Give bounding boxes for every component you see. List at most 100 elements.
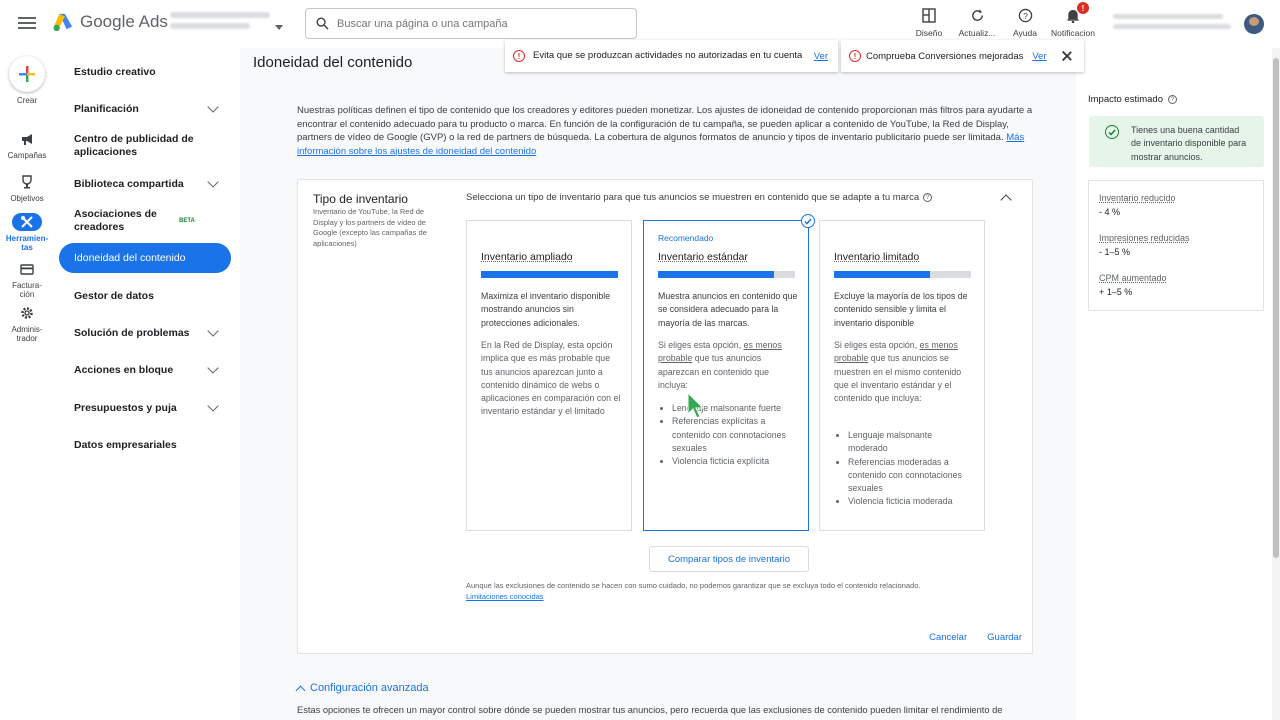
left-rail: Crear Campañas Objetivos Herramien- tas … bbox=[0, 48, 54, 720]
help-icon[interactable]: ? bbox=[1167, 95, 1177, 104]
advanced-settings-toggle[interactable]: Configuración avanzada bbox=[295, 682, 429, 695]
rail-admin[interactable]: Adminis- trador bbox=[0, 304, 54, 343]
nav-item-budgets-bidding[interactable]: Presupuestos y puja bbox=[59, 393, 231, 423]
nav-item-shared-library[interactable]: Biblioteca compartida bbox=[59, 169, 231, 199]
help-icon[interactable]: ? bbox=[923, 193, 933, 202]
recommended-label: Recomendado bbox=[658, 233, 714, 243]
error-icon: ! bbox=[513, 50, 525, 62]
list-item: Violencia ficticia moderada bbox=[848, 495, 974, 508]
search-bar[interactable] bbox=[305, 8, 637, 39]
search-input[interactable] bbox=[337, 17, 617, 30]
chevron-down-icon bbox=[207, 325, 219, 337]
scrollbar-thumb[interactable] bbox=[1273, 58, 1279, 558]
conversions-alert-view-link[interactable]: Ver bbox=[1032, 51, 1046, 62]
create-label: Crear bbox=[16, 96, 37, 105]
stat-inventory: Inventario reducido - 4 % bbox=[1099, 193, 1176, 217]
inventory-type-title: Tipo de inventario bbox=[313, 192, 408, 206]
stat-cpm: CPM aumentado + 1–5 % bbox=[1099, 273, 1167, 297]
nav-item-creator-partnerships[interactable]: Asociaciones de creadores BETA bbox=[59, 206, 231, 236]
user-account-info[interactable] bbox=[1113, 14, 1233, 34]
list-item: Lenguaje malsonante moderado bbox=[848, 429, 974, 456]
security-alert-view-link[interactable]: Ver bbox=[814, 51, 828, 62]
nav-item-app-ads-hub[interactable]: Centro de publicidad de aplicaciones bbox=[59, 131, 231, 161]
mouse-cursor-icon bbox=[687, 391, 705, 419]
rail-goals-label: Objetivos bbox=[10, 194, 44, 203]
nav-item-troubleshooting[interactable]: Solución de problemas bbox=[59, 318, 231, 348]
nav-item-business-data[interactable]: Datos empresariales bbox=[59, 430, 231, 460]
account-selector[interactable] bbox=[170, 12, 270, 36]
chevron-down-icon bbox=[207, 176, 219, 188]
inventory-level-fill bbox=[481, 271, 618, 278]
google-ads-logo[interactable]: Google Ads bbox=[52, 12, 168, 32]
nav-item-planning[interactable]: Planificación bbox=[59, 94, 231, 124]
rail-tools[interactable]: Herramien- tas bbox=[0, 213, 54, 252]
svg-text:?: ? bbox=[1023, 10, 1028, 20]
option-summary: Excluye la mayoría de los tipos de conte… bbox=[834, 291, 968, 328]
refresh-button[interactable]: Actualiz... bbox=[953, 6, 1001, 38]
security-alert: ! Evita que se produzcan actividades no … bbox=[505, 40, 838, 72]
chevron-down-icon bbox=[207, 400, 219, 412]
impact-stats: Inventario reducido - 4 % Impresiones red… bbox=[1088, 180, 1264, 311]
design-label: Diseño bbox=[915, 28, 943, 38]
error-icon: ! bbox=[849, 50, 861, 62]
help-icon: ? bbox=[1018, 8, 1032, 22]
option-summary: Muestra anuncios en contenido que se con… bbox=[658, 291, 798, 328]
avatar[interactable] bbox=[1244, 14, 1264, 34]
compare-inventory-button[interactable]: Comparar tipos de inventario bbox=[649, 546, 809, 572]
disclaimer-text: Aunque las exclusiones de contenido se h… bbox=[466, 581, 921, 590]
save-button[interactable]: Guardar bbox=[987, 632, 1022, 643]
chevron-down-icon bbox=[207, 101, 219, 113]
main-content: Idoneidad del contenido Nuestras polític… bbox=[240, 48, 1076, 720]
help-label: Ayuda bbox=[1013, 28, 1037, 38]
option-summary: Maximiza el inventario disponible mostra… bbox=[481, 291, 611, 328]
list-item: Violencia ficticia explícita bbox=[672, 455, 798, 468]
design-button[interactable]: Diseño bbox=[905, 6, 953, 38]
design-icon bbox=[922, 7, 936, 23]
check-circle-icon bbox=[1105, 125, 1119, 139]
inventory-type-card: Tipo de inventario Inventario de YouTube… bbox=[297, 179, 1033, 654]
nav-item-bulk-actions[interactable]: Acciones en bloque bbox=[59, 355, 231, 385]
plus-icon bbox=[19, 66, 35, 82]
rail-goals[interactable]: Objetivos bbox=[0, 173, 54, 203]
nav-item-content-suitability[interactable]: Idoneidad del contenido bbox=[59, 243, 231, 273]
chevron-down-icon bbox=[207, 362, 219, 374]
option-expanded-inventory[interactable]: Inventario ampliado Maximiza el inventar… bbox=[466, 220, 632, 531]
chevron-down-icon[interactable] bbox=[275, 25, 283, 30]
list-item: Referencias moderadas a contenido con co… bbox=[848, 456, 974, 496]
inventory-level-bar bbox=[658, 271, 795, 278]
cancel-button[interactable]: Cancelar bbox=[929, 632, 967, 643]
notification-badge: ! bbox=[1077, 2, 1089, 14]
option-limited-inventory[interactable]: Inventario limitado Excluye la mayoría d… bbox=[819, 220, 985, 531]
advanced-settings-desc: Estas opciones te ofrecen un mayor contr… bbox=[297, 705, 1003, 715]
disclaimer: Aunque las exclusiones de contenido se h… bbox=[466, 580, 996, 602]
option-title: Inventario ampliado bbox=[481, 251, 573, 263]
impact-title-row: Impacto estimado ? bbox=[1088, 94, 1177, 105]
inventory-level-fill bbox=[834, 271, 930, 278]
option-standard-inventory[interactable]: Recomendado Inventario estándar Muestra … bbox=[643, 214, 815, 531]
rail-campaigns[interactable]: Campañas bbox=[0, 130, 54, 160]
security-alert-text: Evita que se produzcan actividades no au… bbox=[533, 49, 803, 61]
refresh-label: Actualiz... bbox=[958, 28, 996, 38]
known-limitations-link[interactable]: Limitaciones conocidas bbox=[466, 592, 544, 601]
inventory-select-text: Selecciona un tipo de inventario para qu… bbox=[466, 192, 920, 203]
impact-status-box: Tienes una buena cantidad de inventario … bbox=[1089, 116, 1264, 167]
chevron-up-icon bbox=[295, 685, 306, 695]
inventory-level-bar bbox=[481, 271, 618, 278]
rail-billing[interactable]: Factura- ción bbox=[0, 260, 54, 299]
check-icon bbox=[801, 214, 815, 228]
create-button[interactable] bbox=[9, 56, 45, 92]
gear-icon bbox=[21, 307, 33, 319]
menu-icon[interactable] bbox=[18, 14, 36, 32]
option-detail: En la Red de Display, esta opción implic… bbox=[481, 340, 621, 417]
nav-item-data-manager[interactable]: Gestor de datos bbox=[59, 281, 231, 311]
option-title: Inventario limitado bbox=[834, 251, 920, 263]
help-button[interactable]: ? Ayuda bbox=[1001, 6, 1049, 38]
list-item: Referencias explícitas a contenido con c… bbox=[672, 415, 798, 455]
tools-icon bbox=[21, 216, 33, 228]
close-icon[interactable] bbox=[1062, 51, 1072, 61]
notifications-button[interactable]: ! Notificacion bbox=[1049, 2, 1097, 38]
conversions-alert: ! Comprueba Conversiones mejoradas Ver bbox=[841, 40, 1084, 72]
scrollbar[interactable] bbox=[1272, 48, 1280, 720]
nav-item-creative-studio[interactable]: Estudio creativo bbox=[59, 57, 231, 87]
chevron-up-icon[interactable] bbox=[1000, 194, 1012, 206]
